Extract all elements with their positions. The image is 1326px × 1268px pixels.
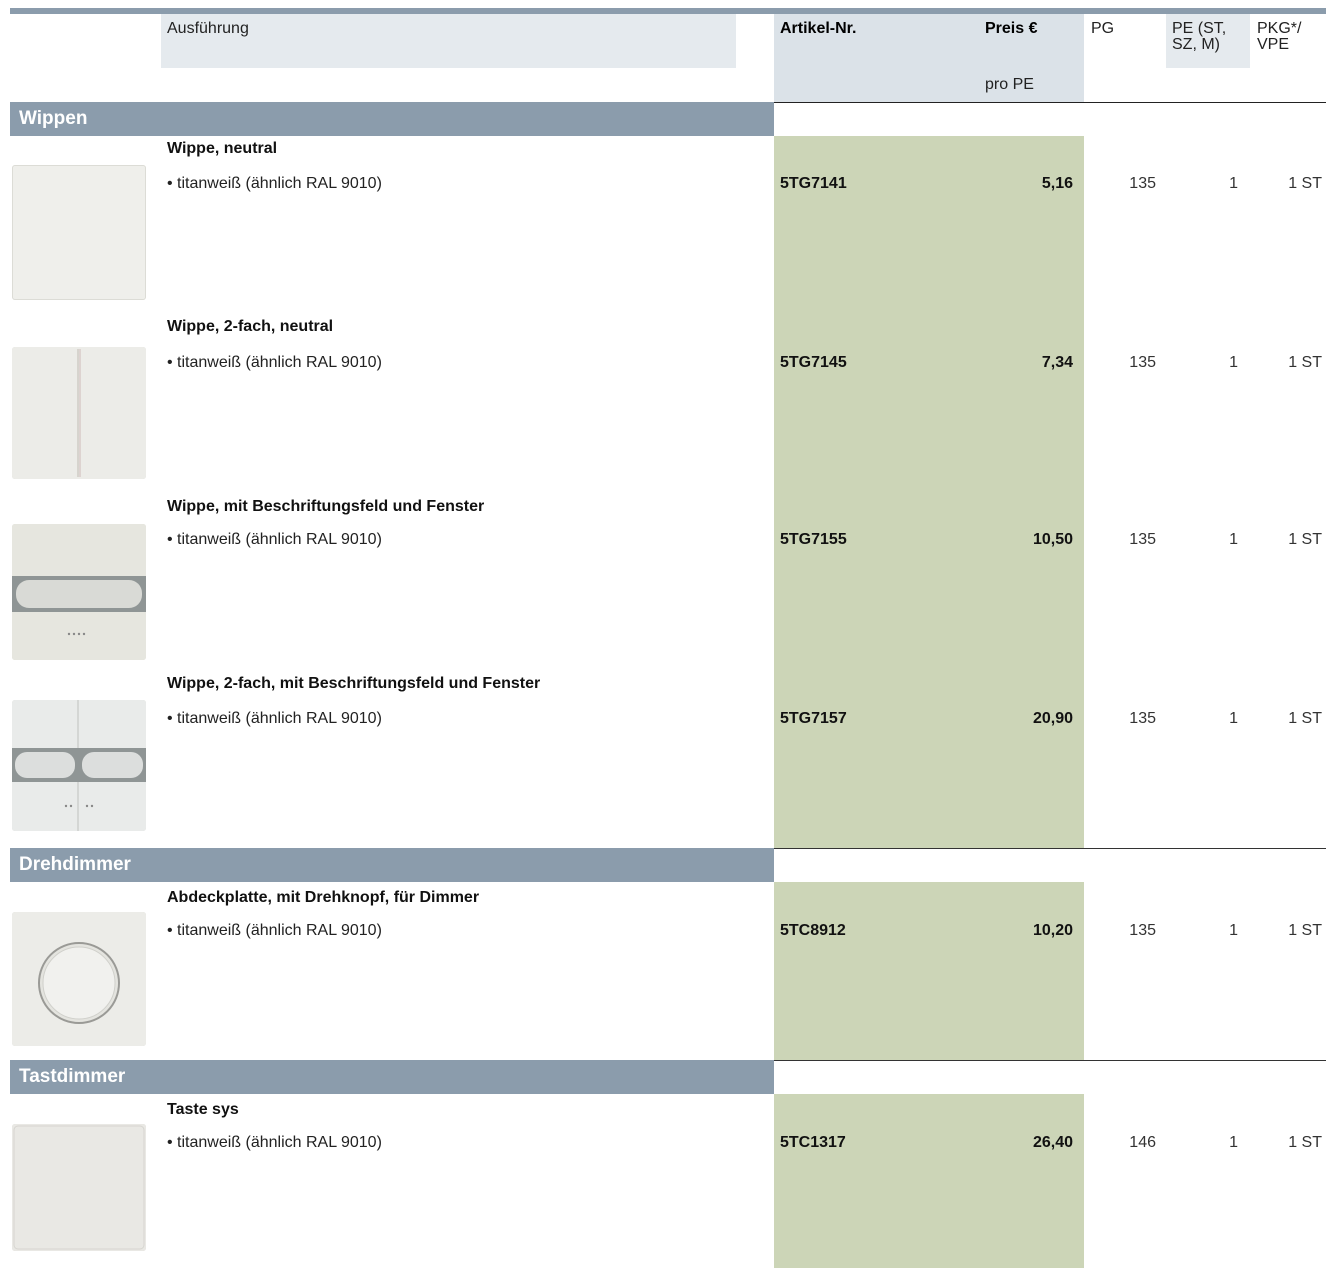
item-title: Wippe, mit Beschriftungsfeld und Fenster xyxy=(167,498,485,515)
packing-unit: 1 xyxy=(1229,922,1238,939)
price: 26,40 xyxy=(1032,1134,1073,1151)
rocker-double-icon xyxy=(12,347,146,479)
package-quantity: 1 ST xyxy=(1288,710,1322,727)
price: 10,20 xyxy=(1032,922,1073,939)
package-quantity: 1 ST xyxy=(1288,922,1322,939)
rocker-double-label-window-icon xyxy=(12,700,146,831)
header-artikel-nr: Artikel-Nr. xyxy=(780,20,857,37)
price-column-bg xyxy=(774,882,1084,1060)
header-pro-pe: pro PE xyxy=(985,76,1034,93)
package-quantity: 1 ST xyxy=(1288,531,1322,548)
item-desc: • titanweiß (ähnlich RAL 9010) xyxy=(167,354,382,371)
header-pkg-line2: VPE xyxy=(1257,36,1290,53)
rocker-label-window-icon xyxy=(12,524,146,660)
section-title: Wippen xyxy=(19,108,88,129)
item-desc: • titanweiß (ähnlich RAL 9010) xyxy=(167,531,382,548)
price-group: 135 xyxy=(1129,175,1156,192)
price-group: 146 xyxy=(1129,1134,1156,1151)
section-drehdimmer: Drehdimmer xyxy=(10,848,774,882)
price-column-bg xyxy=(774,136,1084,848)
section-wippen: Wippen xyxy=(10,102,774,136)
section-title: Tastdimmer xyxy=(19,1066,126,1087)
push-button-icon xyxy=(12,1124,146,1251)
header-pe-line1: PE (ST, xyxy=(1172,20,1227,37)
header-preis: Preis € xyxy=(985,20,1038,37)
item-title: Abdeckplatte, mit Drehknopf, für Dimmer xyxy=(167,889,480,906)
item-title: Taste sys xyxy=(167,1101,239,1118)
article-number: 5TG7145 xyxy=(780,354,847,371)
item-desc: • titanweiß (ähnlich RAL 9010) xyxy=(167,922,382,939)
article-number: 5TC8912 xyxy=(780,922,846,939)
package-quantity: 1 ST xyxy=(1288,1134,1322,1151)
rotary-dimmer-icon xyxy=(12,912,146,1046)
header-ausfuehrung: Ausführung xyxy=(167,20,249,37)
article-number: 5TG7155 xyxy=(780,531,847,548)
packing-unit: 1 xyxy=(1229,531,1238,548)
packing-unit: 1 xyxy=(1229,175,1238,192)
section-title: Drehdimmer xyxy=(19,854,131,875)
article-number: 5TG7141 xyxy=(780,175,847,192)
price-column-bg xyxy=(774,1094,1084,1268)
price: 5,16 xyxy=(1041,175,1073,192)
item-title: Wippe, neutral xyxy=(167,140,278,157)
price: 7,34 xyxy=(1041,354,1073,371)
rocker-single-icon xyxy=(12,165,146,300)
price-group: 135 xyxy=(1129,710,1156,727)
header-pg: PG xyxy=(1091,20,1115,37)
item-desc: • titanweiß (ähnlich RAL 9010) xyxy=(167,710,382,727)
package-quantity: 1 ST xyxy=(1288,175,1322,192)
price-group: 135 xyxy=(1129,922,1156,939)
section-tastdimmer: Tastdimmer xyxy=(10,1060,774,1094)
article-number: 5TG7157 xyxy=(780,710,847,727)
item-title: Wippe, 2-fach, neutral xyxy=(167,318,334,335)
package-quantity: 1 ST xyxy=(1288,354,1322,371)
header-pe-line2: SZ, M) xyxy=(1172,36,1220,53)
header-pkg-line1: PKG*/ xyxy=(1257,20,1302,37)
packing-unit: 1 xyxy=(1229,354,1238,371)
price-group: 135 xyxy=(1129,354,1156,371)
item-desc: • titanweiß (ähnlich RAL 9010) xyxy=(167,175,382,192)
price: 20,90 xyxy=(1032,710,1073,727)
packing-unit: 1 xyxy=(1229,1134,1238,1151)
item-desc: • titanweiß (ähnlich RAL 9010) xyxy=(167,1134,382,1151)
price: 10,50 xyxy=(1032,531,1073,548)
article-number: 5TC1317 xyxy=(780,1134,846,1151)
price-group: 135 xyxy=(1129,531,1156,548)
packing-unit: 1 xyxy=(1229,710,1238,727)
item-title: Wippe, 2-fach, mit Beschriftungsfeld und… xyxy=(167,675,541,692)
